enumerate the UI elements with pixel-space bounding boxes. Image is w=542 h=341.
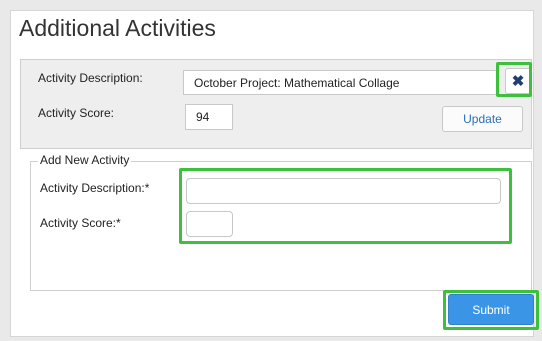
new-score-label: Activity Score:*: [40, 216, 121, 230]
page-title: Additional Activities: [19, 15, 216, 41]
add-new-activity-legend: Add New Activity: [38, 153, 132, 167]
existing-score-input[interactable]: [185, 104, 233, 130]
existing-description-input[interactable]: [183, 70, 498, 95]
new-score-input[interactable]: [186, 211, 233, 237]
existing-score-label: Activity Score:: [38, 106, 115, 120]
existing-description-label: Activity Description:: [38, 71, 143, 85]
update-button[interactable]: Update: [442, 106, 523, 132]
existing-activity-row: Activity Description: ✖ Activity Score: …: [20, 59, 532, 149]
delete-activity-button[interactable]: ✖: [505, 68, 531, 94]
close-x-icon: ✖: [511, 73, 525, 90]
new-description-input[interactable]: [186, 178, 501, 204]
new-description-label: Activity Description:*: [40, 181, 150, 195]
submit-button[interactable]: Submit: [448, 294, 534, 325]
